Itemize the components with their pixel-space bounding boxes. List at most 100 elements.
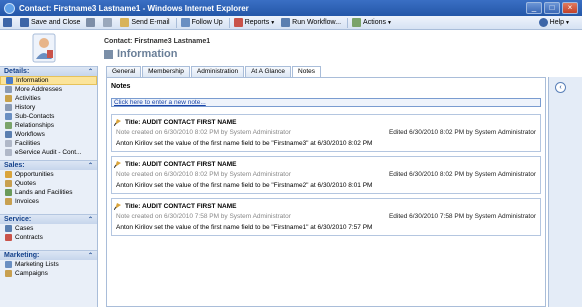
collapse-icon[interactable]: ⌃	[88, 162, 93, 169]
collapse-icon[interactable]: ⌃	[88, 252, 93, 259]
lands-icon	[5, 189, 12, 196]
sidebar-item-label: Quotes	[15, 180, 36, 187]
form-toolbar: Save and Close Send E-mail Follow Up Rep…	[0, 16, 582, 30]
notes-panel: Notes Click here to enter a new note... …	[106, 77, 546, 307]
sidebar-item-label: Cases	[15, 225, 34, 232]
save-close-icon	[20, 18, 29, 27]
nav-section-sales[interactable]: Sales: ⌃	[0, 160, 97, 170]
note-created-meta: Note created on 6/30/2010 8:02 PM by Sys…	[116, 129, 291, 136]
actions-icon	[352, 18, 362, 27]
window-titlebar: Contact: Firstname3 Lastname1 - Windows …	[0, 0, 582, 16]
information-icon	[6, 77, 13, 84]
new-note-link[interactable]: Click here to enter a new note...	[111, 98, 541, 107]
sidebar-item-marketing-lists[interactable]: Marketing Lists	[0, 260, 97, 269]
collapse-icon[interactable]: ⌃	[88, 68, 93, 75]
section-title: Sales:	[4, 162, 25, 169]
section-title: Service:	[4, 216, 32, 223]
sidebar-item-quotes[interactable]: Quotes	[0, 179, 97, 188]
note-body: Anton Kirilov set the value of the first…	[116, 140, 373, 147]
section-title: Details:	[4, 68, 30, 75]
sidebar-item-activities[interactable]: Activities	[0, 94, 97, 103]
contracts-icon	[5, 234, 12, 241]
sidebar-item-cases[interactable]: Cases	[0, 224, 97, 233]
sidebar-item-contacts[interactable]: Sub-Contacts	[0, 112, 97, 121]
send-email-button[interactable]: Send E-mail	[120, 18, 170, 27]
sidebar-item-facilities[interactable]: Facilities	[0, 139, 97, 148]
sidebar-item-relationships[interactable]: Relationships	[0, 121, 97, 130]
sidebar-item-label: Sub-Contacts	[15, 113, 55, 120]
save-icon	[3, 18, 12, 27]
activities-icon	[5, 95, 12, 102]
marketing-lists-icon	[5, 261, 12, 268]
close-button[interactable]: ×	[562, 2, 578, 14]
form-tabs: General Membership Administration At A G…	[106, 66, 322, 78]
run-workflow-label: Run Workflow...	[292, 19, 342, 26]
note-body: Anton Kirilov set the value of the first…	[116, 182, 373, 189]
note-edited-meta: Edited 6/30/2010 7:58 PM by System Admin…	[388, 213, 536, 220]
minimize-button[interactable]: _	[526, 2, 542, 14]
notes-heading: Notes	[111, 83, 131, 90]
attach-button[interactable]	[103, 18, 114, 27]
nav-section-details[interactable]: Details: ⌃	[0, 66, 97, 76]
sidebar-item-information[interactable]: Information	[0, 76, 97, 85]
note-title: Title: AUDIT CONTACT FIRST NAME	[114, 160, 236, 168]
note-icon	[114, 119, 121, 126]
tab-membership[interactable]: Membership	[142, 66, 190, 77]
sidebar-item-label: Facilities	[15, 140, 41, 147]
workflow-icon	[281, 18, 291, 27]
workflow-icon	[5, 131, 12, 138]
note-icon	[114, 203, 121, 210]
sidebar-item-addresses[interactable]: More Addresses	[0, 85, 97, 94]
addresses-icon	[5, 86, 12, 93]
sidebar-item-label: Information	[16, 77, 49, 84]
sidebar-item-label: Contracts	[15, 234, 43, 241]
tab-at-a-glance[interactable]: At A Glance	[245, 66, 292, 77]
nav-section-marketing[interactable]: Marketing: ⌃	[0, 250, 97, 260]
reports-button[interactable]: Reports ▼	[233, 18, 276, 27]
email-icon	[120, 18, 130, 27]
sidebar-item-label: More Addresses	[15, 86, 62, 93]
sidebar-item-contracts[interactable]: Contracts	[0, 233, 97, 242]
follow-up-button[interactable]: Follow Up	[180, 18, 223, 27]
send-email-label: Send E-mail	[131, 19, 170, 26]
reports-icon	[233, 18, 243, 27]
save-and-close-button[interactable]: Save and Close	[20, 18, 80, 27]
save-button[interactable]	[3, 18, 14, 27]
history-icon	[5, 104, 12, 111]
sidebar-item-audit[interactable]: eService Audit - Cont...	[0, 148, 97, 157]
collapse-icon[interactable]: ⌃	[88, 216, 93, 223]
note-title-text: Title: AUDIT CONTACT FIRST NAME	[125, 118, 237, 126]
note-title: Title: AUDIT CONTACT FIRST NAME	[114, 202, 236, 210]
collapse-arrow-icon[interactable]: ‹	[555, 82, 566, 93]
sidebar-item-lands[interactable]: Lands and Facilities	[0, 188, 97, 197]
sidebar-item-opportunities[interactable]: Opportunities	[0, 170, 97, 179]
tab-general[interactable]: General	[106, 66, 142, 77]
nav-section-service[interactable]: Service: ⌃	[0, 214, 97, 224]
print-button[interactable]	[86, 18, 97, 27]
form-title-text: Information	[117, 48, 178, 60]
follow-up-icon	[180, 18, 190, 27]
maximize-button[interactable]: □	[544, 2, 560, 14]
sidebar-item-invoices[interactable]: Invoices	[0, 197, 97, 206]
note-edited-meta: Edited 6/30/2010 8:02 PM by System Admin…	[388, 129, 536, 136]
sidebar-item-label: Activities	[15, 95, 41, 102]
chevron-down-icon: ▼	[565, 19, 570, 26]
note-item[interactable]: Title: AUDIT CONTACT FIRST NAME Note crea…	[111, 156, 541, 194]
help-icon	[538, 18, 548, 27]
contacts-icon	[5, 113, 12, 120]
sidebar-item-history[interactable]: History	[0, 103, 97, 112]
sidebar-item-workflow[interactable]: Workflows	[0, 130, 97, 139]
note-title: Title: AUDIT CONTACT FIRST NAME	[114, 118, 236, 126]
sidebar-item-label: eService Audit - Cont...	[15, 149, 82, 156]
note-item[interactable]: Title: AUDIT CONTACT FIRST NAME Note crea…	[111, 198, 541, 236]
sidebar-item-campaigns[interactable]: Campaigns	[0, 269, 97, 278]
window-title: Contact: Firstname3 Lastname1 - Windows …	[19, 3, 249, 13]
actions-button[interactable]: Actions ▼	[352, 18, 392, 27]
chevron-down-icon: ▼	[270, 19, 276, 26]
sidebar-item-label: Opportunities	[15, 171, 54, 178]
help-button[interactable]: Help ▼	[538, 18, 570, 27]
tab-administration[interactable]: Administration	[190, 66, 245, 77]
note-item[interactable]: Title: AUDIT CONTACT FIRST NAME Note crea…	[111, 114, 541, 152]
toolbar-separator	[228, 17, 230, 28]
run-workflow-button[interactable]: Run Workflow...	[281, 18, 341, 27]
